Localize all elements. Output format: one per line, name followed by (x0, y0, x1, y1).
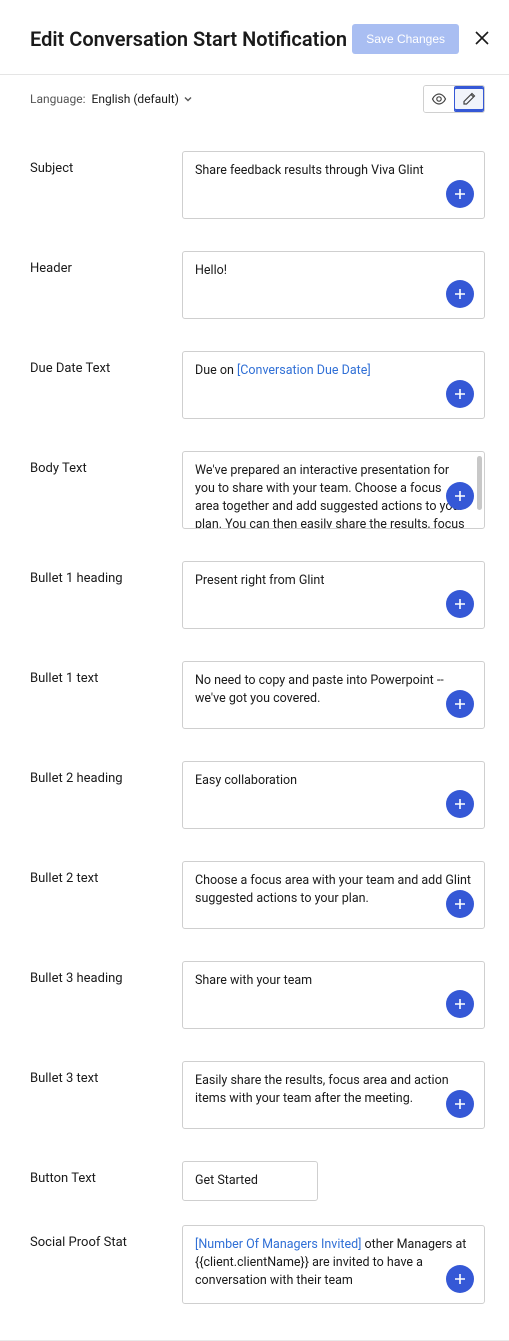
due-date-token: [Conversation Due Date] (237, 363, 371, 378)
header-input[interactable]: Hello! (182, 251, 485, 319)
add-token-button[interactable] (446, 280, 474, 308)
language-select[interactable]: English (default) (92, 92, 193, 106)
b1t-input[interactable]: No need to copy and paste into Powerpoin… (182, 661, 485, 729)
plus-icon (453, 997, 467, 1011)
divider (0, 1340, 509, 1341)
b2t-input[interactable]: Choose a focus area with your team and a… (182, 861, 485, 929)
b3h-value: Share with your team (195, 973, 312, 988)
social-token: [Number Of Managers Invited] (195, 1237, 361, 1252)
subject-value: Share feedback results through Viva Glin… (195, 163, 424, 178)
add-token-button[interactable] (446, 1265, 474, 1293)
button-text-input[interactable]: Get Started (182, 1161, 318, 1201)
close-button[interactable] (471, 26, 493, 52)
plus-icon (453, 489, 467, 503)
plus-icon (453, 187, 467, 201)
save-changes-button[interactable]: Save Changes (352, 24, 459, 54)
add-token-button[interactable] (446, 790, 474, 818)
add-token-button[interactable] (446, 690, 474, 718)
plus-icon (453, 387, 467, 401)
eye-icon (431, 91, 447, 107)
b3h-input[interactable]: Share with your team (182, 961, 485, 1029)
language-label: Language: (30, 92, 86, 106)
add-token-button[interactable] (446, 1090, 474, 1118)
preview-mode-button[interactable] (424, 86, 454, 112)
b1t-label: Bullet 1 text (30, 661, 182, 729)
b1t-value: No need to copy and paste into Powerpoin… (195, 673, 444, 706)
add-token-button[interactable] (446, 482, 474, 510)
plus-icon (453, 287, 467, 301)
plus-icon (453, 797, 467, 811)
add-token-button[interactable] (446, 990, 474, 1018)
b2h-value: Easy collaboration (195, 773, 297, 788)
view-mode-toggle (423, 85, 485, 113)
add-token-button[interactable] (446, 890, 474, 918)
header-value: Hello! (195, 263, 227, 278)
body-value: We've prepared an interactive presentati… (195, 463, 465, 529)
add-token-button[interactable] (446, 590, 474, 618)
due-date-label: Due Date Text (30, 351, 182, 419)
b3t-input[interactable]: Easily share the results, focus area and… (182, 1061, 485, 1129)
pencil-icon (462, 92, 476, 106)
due-date-input[interactable]: Due on [Conversation Due Date] (182, 351, 485, 419)
chevron-down-icon (183, 94, 193, 104)
social-label: Social Proof Stat (30, 1225, 182, 1303)
header-label: Header (30, 251, 182, 319)
add-token-button[interactable] (446, 380, 474, 408)
subject-label: Subject (30, 151, 182, 219)
b2t-value: Choose a focus area with your team and a… (195, 873, 471, 906)
plus-icon (453, 597, 467, 611)
b1h-input[interactable]: Present right from Glint (182, 561, 485, 629)
subject-input[interactable]: Share feedback results through Viva Glin… (182, 151, 485, 219)
plus-icon (453, 1097, 467, 1111)
close-icon (475, 31, 489, 45)
b3h-label: Bullet 3 heading (30, 961, 182, 1029)
due-date-prefix: Due on (195, 363, 237, 378)
plus-icon (453, 897, 467, 911)
add-token-button[interactable] (446, 180, 474, 208)
social-input[interactable]: [Number Of Managers Invited] other Manag… (182, 1225, 485, 1303)
plus-icon (453, 1272, 467, 1286)
b2h-label: Bullet 2 heading (30, 761, 182, 829)
page-title: Edit Conversation Start Notification (30, 27, 347, 51)
button-text-label: Button Text (30, 1161, 182, 1201)
b1h-label: Bullet 1 heading (30, 561, 182, 629)
b3t-value: Easily share the results, focus area and… (195, 1073, 449, 1106)
b2t-label: Bullet 2 text (30, 861, 182, 929)
button-text-value: Get Started (195, 1173, 258, 1188)
b1h-value: Present right from Glint (195, 573, 324, 588)
plus-icon (453, 697, 467, 711)
edit-mode-button[interactable] (454, 86, 484, 112)
language-value: English (default) (92, 92, 179, 106)
b3t-label: Bullet 3 text (30, 1061, 182, 1129)
body-input[interactable]: We've prepared an interactive presentati… (182, 451, 485, 529)
body-label: Body Text (30, 451, 182, 529)
b2h-input[interactable]: Easy collaboration (182, 761, 485, 829)
